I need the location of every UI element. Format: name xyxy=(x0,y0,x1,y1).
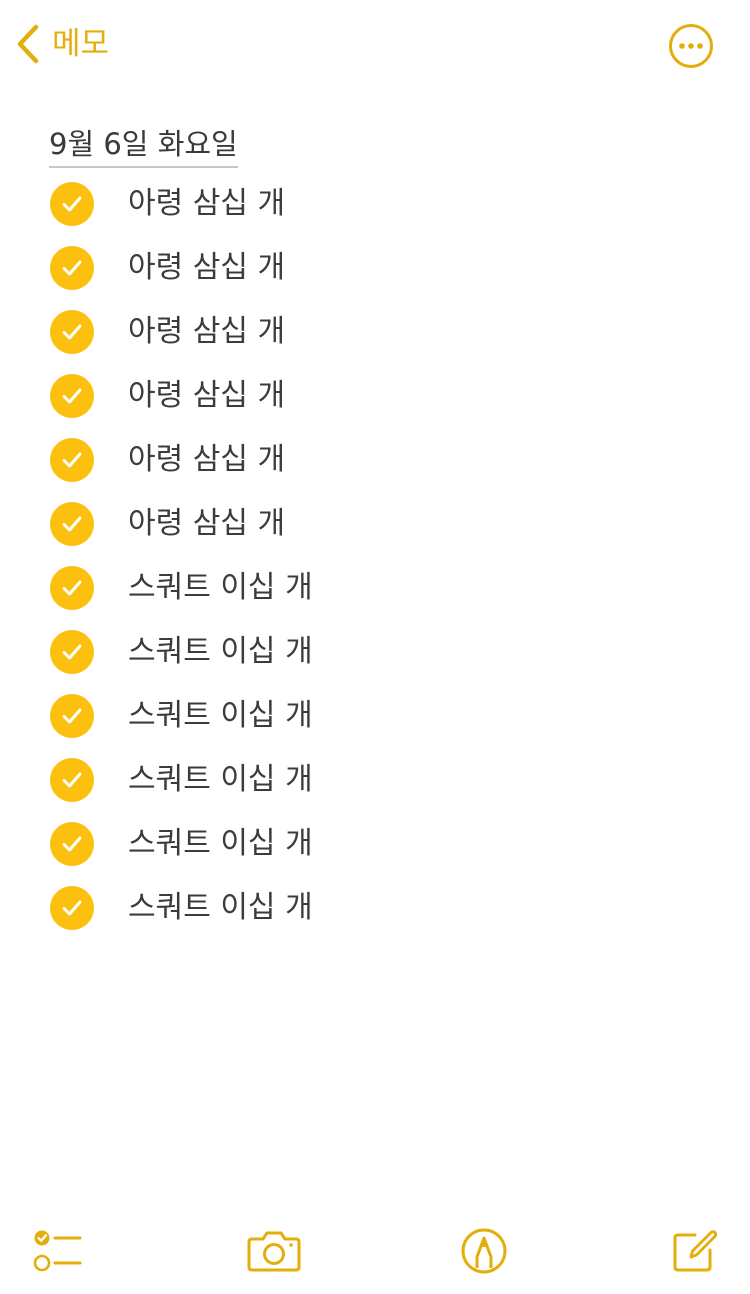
camera-button[interactable] xyxy=(246,1225,302,1277)
checkmark-icon xyxy=(62,580,82,596)
checklist-item-text[interactable]: 아령 삼십 개 xyxy=(128,440,285,480)
back-label: 메모 xyxy=(52,26,110,62)
checklist-item-text[interactable]: 아령 삼십 개 xyxy=(128,376,285,416)
checklist-item-text[interactable]: 스쿼트 이십 개 xyxy=(128,760,313,800)
camera-icon xyxy=(247,1231,301,1272)
checkmark-icon xyxy=(62,260,82,276)
compose-icon xyxy=(673,1230,718,1272)
checkmark-icon xyxy=(62,644,82,660)
checklist-item[interactable]: 아령 삼십 개 xyxy=(0,364,750,428)
checklist-item[interactable]: 스쿼트 이십 개 xyxy=(0,812,750,876)
checklist-item[interactable]: 아령 삼십 개 xyxy=(0,492,750,556)
checkmark-icon xyxy=(62,388,82,404)
checklist-item[interactable]: 스쿼트 이십 개 xyxy=(0,556,750,620)
bottom-toolbar xyxy=(0,1215,750,1287)
checkbox-checked[interactable] xyxy=(50,438,94,482)
compose-button[interactable] xyxy=(666,1225,722,1277)
checkmark-icon xyxy=(62,836,82,852)
checklist-item[interactable]: 스쿼트 이십 개 xyxy=(0,684,750,748)
back-button[interactable]: 메모 xyxy=(14,22,109,66)
checkbox-checked[interactable] xyxy=(50,630,94,674)
checkbox-checked[interactable] xyxy=(50,566,94,610)
checklist-item-text[interactable]: 스쿼트 이십 개 xyxy=(128,568,313,608)
checkbox-checked[interactable] xyxy=(50,246,94,290)
checklist-icon xyxy=(33,1230,82,1272)
checklist-item-text[interactable]: 스쿼트 이십 개 xyxy=(128,824,313,864)
markup-pen-icon xyxy=(461,1228,507,1274)
checkmark-icon xyxy=(62,772,82,788)
chevron-left-icon xyxy=(17,24,39,64)
checklist-item-text[interactable]: 아령 삼십 개 xyxy=(128,312,285,352)
checklist-item-text[interactable]: 스쿼트 이십 개 xyxy=(128,888,313,928)
checkbox-checked[interactable] xyxy=(50,694,94,738)
checklist-item-text[interactable]: 스쿼트 이십 개 xyxy=(128,696,313,736)
checkbox-checked[interactable] xyxy=(50,822,94,866)
checklist-item-text[interactable]: 아령 삼십 개 xyxy=(128,184,285,224)
nav-bar: 메모 xyxy=(0,0,750,90)
checklist-item-text[interactable]: 아령 삼십 개 xyxy=(128,248,285,288)
checklist-item[interactable]: 아령 삼십 개 xyxy=(0,172,750,236)
checklist-item[interactable]: 스쿼트 이십 개 xyxy=(0,620,750,684)
checklist-item-text[interactable]: 스쿼트 이십 개 xyxy=(128,632,313,672)
checkbox-checked[interactable] xyxy=(50,502,94,546)
checklist-item-text[interactable]: 아령 삼십 개 xyxy=(128,504,285,544)
checklist: 아령 삼십 개 아령 삼십 개 아령 삼십 개 아령 삼십 개 아령 삼십 개 아령 삼십… xyxy=(0,172,750,940)
checkbox-checked[interactable] xyxy=(50,758,94,802)
checklist-item[interactable]: 아령 삼십 개 xyxy=(0,300,750,364)
markup-button[interactable] xyxy=(456,1225,512,1277)
note-title[interactable]: 9월 6일 화요일 xyxy=(49,124,238,168)
notes-page: 메모 9월 6일 화요일 아령 삼십 개 아령 삼십 개 아령 삼십 개 아령 삼십 … xyxy=(0,0,750,1294)
ellipsis-circle-icon xyxy=(669,24,713,68)
checkmark-icon xyxy=(62,516,82,532)
checkmark-icon xyxy=(62,452,82,468)
checkbox-checked[interactable] xyxy=(50,886,94,930)
checkbox-checked[interactable] xyxy=(50,182,94,226)
checkmark-icon xyxy=(62,708,82,724)
checklist-item[interactable]: 스쿼트 이십 개 xyxy=(0,876,750,940)
checklist-button[interactable] xyxy=(30,1225,86,1277)
checkbox-checked[interactable] xyxy=(50,310,94,354)
checklist-item[interactable]: 스쿼트 이십 개 xyxy=(0,748,750,812)
checklist-item[interactable]: 아령 삼십 개 xyxy=(0,428,750,492)
checklist-item[interactable]: 아령 삼십 개 xyxy=(0,236,750,300)
checkbox-checked[interactable] xyxy=(50,374,94,418)
checkmark-icon xyxy=(62,900,82,916)
checkmark-icon xyxy=(62,324,82,340)
checkmark-icon xyxy=(62,196,82,212)
more-options-button[interactable] xyxy=(668,23,714,69)
